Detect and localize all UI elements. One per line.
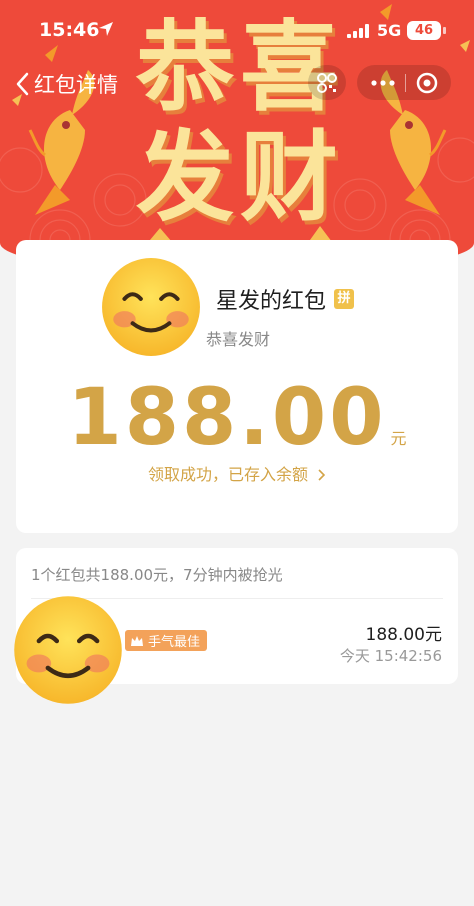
status-bar: 15:46 5G 46 xyxy=(0,0,474,60)
wish-text: 恭喜发财 xyxy=(206,330,271,349)
sender-row: 星发的红包 拼 xyxy=(216,283,355,315)
amount-value: 188.00 xyxy=(67,373,387,463)
qr-code-icon xyxy=(317,72,337,93)
battery-icon xyxy=(443,27,446,34)
lucky-badge-text: 手气最佳 xyxy=(148,635,201,650)
more-icon[interactable] xyxy=(370,79,395,86)
location-arrow-icon xyxy=(99,22,113,36)
battery-level: 46 xyxy=(407,21,441,40)
packet-summary: 1个红包共188.00元，7分钟内被抢光 xyxy=(31,566,283,584)
title-char-4: 财 xyxy=(240,121,339,235)
recipient-avatar-smile-emoji-icon xyxy=(14,596,122,704)
signal-icon xyxy=(347,24,369,38)
item-time: 今天 15:42:56 xyxy=(339,647,442,665)
amount-unit: 元 xyxy=(390,429,407,448)
back-button[interactable]: 红包详情 xyxy=(16,66,118,102)
sender-avatar-smile-emoji-icon xyxy=(102,258,200,356)
crown-icon xyxy=(131,635,143,646)
status-time: 15:46 xyxy=(39,19,100,41)
pin-badge: 拼 xyxy=(334,289,355,309)
balance-status-text: 领取成功，已存入余额 xyxy=(147,465,308,484)
header-banner: 恭 喜 发 财 15:46 5G 46 红包详情 xyxy=(0,0,474,275)
balance-status-link[interactable]: 领取成功，已存入余额 xyxy=(16,461,458,485)
title-char-3: 发 xyxy=(136,121,235,235)
lucky-badge: 手气最佳 xyxy=(125,630,208,651)
amount-row: 188.00 元 xyxy=(16,375,458,461)
mini-program-capsule xyxy=(357,65,451,100)
close-target-icon[interactable] xyxy=(416,72,438,94)
network-type: 5G xyxy=(377,21,402,40)
item-amount: 188.00元 xyxy=(365,625,442,645)
sender-name: 星发的红包 xyxy=(216,289,327,314)
capsule-divider xyxy=(404,73,406,92)
page-title: 红包详情 xyxy=(34,73,118,97)
chevron-right-icon xyxy=(318,469,326,481)
red-packet-card: 星发的红包 拼 恭喜发财 188.00 元 领取成功，已存入余额 xyxy=(16,240,458,533)
qr-scan-button[interactable] xyxy=(308,65,346,100)
back-chevron-icon xyxy=(16,72,29,96)
